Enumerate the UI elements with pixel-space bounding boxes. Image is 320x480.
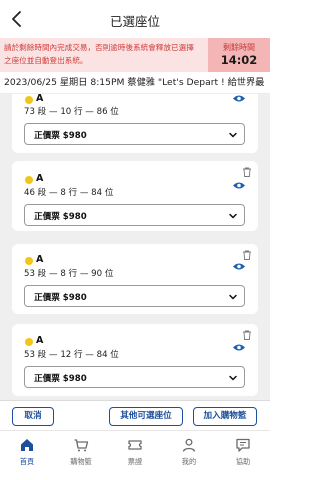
zone-label: A xyxy=(36,254,44,265)
chevron-down-icon xyxy=(229,375,237,381)
tab-label: 協助 xyxy=(235,457,251,466)
tab-help[interactable]: 協助 xyxy=(216,431,270,480)
other-seats-button[interactable]: 其他可選座位 xyxy=(109,407,183,426)
ticket-type-select[interactable]: 正價票 $980 xyxy=(24,285,245,307)
zone-label: A xyxy=(36,335,44,346)
chevron-down-icon xyxy=(229,213,237,219)
help-chat-icon xyxy=(236,438,250,452)
ticket-type-select[interactable]: 正價票 $980 xyxy=(24,366,245,388)
zone-dot xyxy=(25,176,33,184)
tab-tickets[interactable]: 票證 xyxy=(108,431,162,480)
seat-card: A 73 段 — 10 行 — 86 位 正價票 $980 xyxy=(12,94,258,153)
action-bar: 取消 其他可選座位 加入購物籃 xyxy=(0,400,270,430)
tab-label: 票證 xyxy=(127,457,143,466)
timeout-message: 請於剩餘時間內完成交易，否則逾時後系統會釋放已選擇之座位並自動登出系統。 xyxy=(4,43,194,65)
chevron-down-icon xyxy=(229,294,237,300)
seat-info: 46 段 — 8 行 — 84 位 xyxy=(24,188,114,198)
tab-label: 首頁 xyxy=(19,457,35,466)
ticket-type-value: 正價票 $980 xyxy=(34,212,87,222)
tab-cart[interactable]: 購物籃 xyxy=(54,431,108,480)
user-icon xyxy=(182,438,196,452)
seat-list[interactable]: A 73 段 — 10 行 — 86 位 正價票 $980 A 46 段 — 8… xyxy=(0,94,270,400)
trash-icon[interactable] xyxy=(241,166,253,178)
trash-icon[interactable] xyxy=(241,249,253,261)
chevron-down-icon xyxy=(229,132,237,138)
timer-value: 14:02 xyxy=(220,53,258,67)
zone-dot xyxy=(25,257,33,265)
eye-icon[interactable] xyxy=(232,94,246,103)
cancel-button[interactable]: 取消 xyxy=(12,407,54,426)
tab-account[interactable]: 我的 xyxy=(162,431,216,480)
seat-info: 73 段 — 10 行 — 86 位 xyxy=(24,107,119,117)
ticket-type-select[interactable]: 正價票 $980 xyxy=(24,204,245,226)
ticket-type-value: 正價票 $980 xyxy=(34,293,87,303)
bottom-tab-bar: 首頁 購物籃 票證 我的 協助 xyxy=(0,430,270,480)
seat-card: A 46 段 — 8 行 — 84 位 正價票 $980 xyxy=(12,161,258,231)
zone-dot xyxy=(25,96,33,104)
countdown-timer: 剩餘時間 14:02 xyxy=(208,38,270,72)
seat-card: A 53 段 — 12 行 — 84 位 正價票 $980 xyxy=(12,324,258,396)
tab-label: 購物籃 xyxy=(70,457,92,466)
zone-label: A xyxy=(36,173,44,184)
zone-dot xyxy=(25,338,33,346)
ticket-type-value: 正價票 $980 xyxy=(34,131,87,141)
seat-info: 53 段 — 8 行 — 90 位 xyxy=(24,269,114,279)
home-icon xyxy=(21,439,33,451)
add-to-cart-button[interactable]: 加入購物籃 xyxy=(193,407,257,426)
eye-icon[interactable] xyxy=(232,343,246,352)
page-title: 已選座位 xyxy=(109,14,160,29)
tab-home[interactable]: 首頁 xyxy=(0,431,54,480)
cart-icon xyxy=(74,439,89,452)
trash-icon[interactable] xyxy=(241,329,253,341)
event-info: 2023/06/25 星期日 8:15PM 蔡健雅 "Let's Depart … xyxy=(0,72,270,94)
ticket-icon xyxy=(128,440,142,450)
ticket-type-value: 正價票 $980 xyxy=(34,374,87,384)
eye-icon[interactable] xyxy=(232,181,246,190)
seat-info: 53 段 — 12 行 — 84 位 xyxy=(24,350,119,360)
zone-label: A xyxy=(36,94,44,104)
top-bar: 已選座位 xyxy=(0,0,270,38)
seat-card: A 53 段 — 8 行 — 90 位 正價票 $980 xyxy=(12,244,258,314)
timer-label: 剩餘時間 xyxy=(223,43,255,52)
tab-label: 我的 xyxy=(181,457,197,466)
eye-icon[interactable] xyxy=(232,262,246,271)
timeout-notice: 請於剩餘時間內完成交易，否則逾時後系統會釋放已選擇之座位並自動登出系統。 剩餘時… xyxy=(0,38,270,72)
ticket-type-select[interactable]: 正價票 $980 xyxy=(24,123,245,145)
